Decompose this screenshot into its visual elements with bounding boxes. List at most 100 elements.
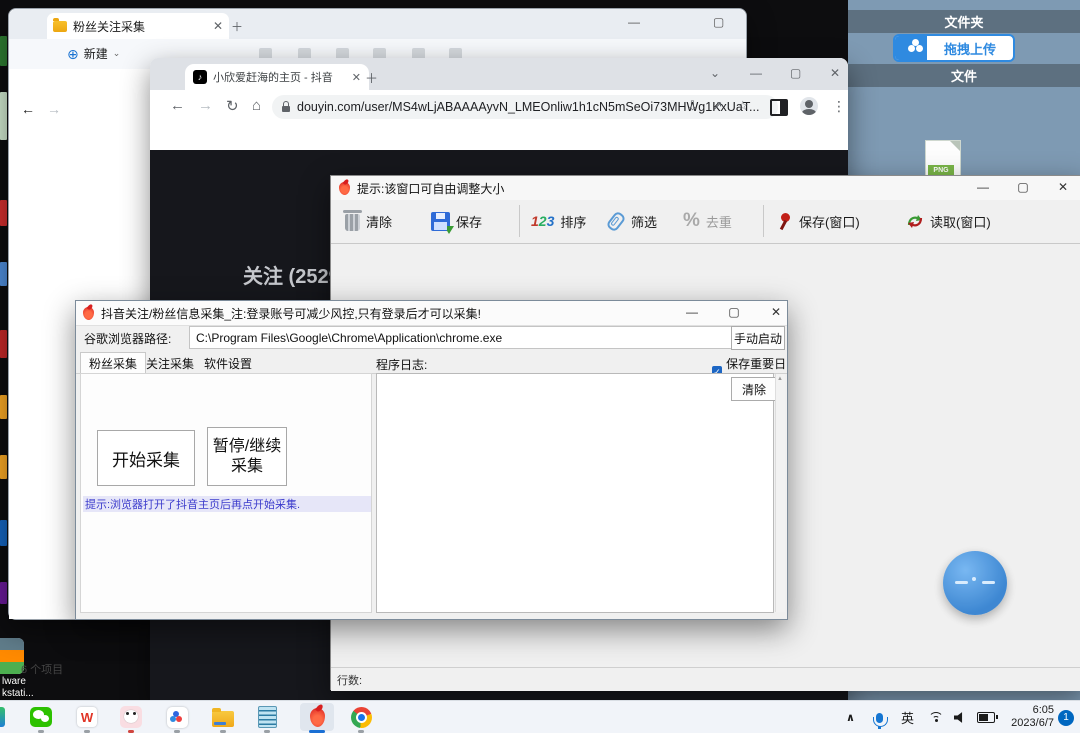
new-tab-icon[interactable]: ＋	[365, 68, 378, 87]
desktop-icon-sliver	[0, 395, 7, 419]
dialog-title-bar: 抖音关注/粉丝信息采集_注:登录账号可减少风控,只有登录后才可以采集! — ▢ …	[76, 301, 787, 326]
vmware-label: kstati...	[2, 688, 34, 700]
tab-follow-collect[interactable]: 关注采集	[138, 353, 202, 373]
screen: 文件夹 拖拽上传 文件 PNG lware kstati... 粉丝关注采集 ✕…	[0, 0, 1080, 733]
ime-indicator[interactable]: 英	[901, 701, 914, 733]
wps-icon[interactable]: W	[74, 705, 100, 729]
dialog-title: 抖音关注/粉丝信息采集_注:登录账号可减少风控,只有登录后才可以采集!	[101, 305, 481, 322]
panda-app-icon[interactable]	[118, 705, 144, 729]
clear-label: 清除	[366, 212, 392, 231]
file-explorer-icon[interactable]	[210, 705, 236, 729]
address-bar[interactable]: douyin.com/user/MS4wLjABAAAAyvN_LMEOnliw…	[272, 95, 778, 119]
close-tab-icon[interactable]: ✕	[213, 19, 223, 33]
manual-start-button[interactable]: 手动启动	[731, 326, 785, 350]
clear-button[interactable]: 清除	[345, 206, 392, 236]
taskbar-icon-partial[interactable]	[0, 707, 5, 727]
trash-icon	[345, 214, 360, 231]
chrome-path-input[interactable]: C:\Program Files\Google\Chrome\Applicati…	[189, 326, 733, 349]
maximize-icon[interactable]: ▢	[790, 66, 801, 80]
save-button[interactable]: 保存	[431, 206, 482, 236]
download-icon[interactable]: ⇩	[687, 98, 698, 114]
tab-fans-collect[interactable]: 粉丝采集	[80, 352, 146, 374]
divider	[763, 205, 764, 237]
back-icon[interactable]: ←	[21, 101, 35, 117]
upload-folder-header: 文件夹	[848, 10, 1080, 33]
maximize-icon[interactable]: ▢	[713, 15, 724, 29]
tool-window-title: 提示:该窗口可自由调整大小	[357, 180, 504, 197]
collector-app-flame-icon[interactable]	[304, 705, 330, 729]
collector-dialog: 抖音关注/粉丝信息采集_注:登录账号可减少风控,只有登录后才可以采集! — ▢ …	[75, 300, 788, 620]
forward-icon[interactable]: →	[198, 97, 213, 114]
battery-icon[interactable]	[977, 701, 995, 733]
start-collect-button[interactable]: 开始采集	[97, 430, 195, 486]
tray-chevron-icon[interactable]: ∧	[846, 701, 855, 733]
side-panel-icon[interactable]	[770, 99, 788, 116]
filter-label: 筛选	[631, 212, 657, 231]
desktop-icon-sliver	[0, 200, 7, 226]
read-window-button[interactable]: 读取(窗口)	[906, 206, 991, 236]
badge-count: 1	[1058, 710, 1074, 726]
pause-resume-button[interactable]: 暂停/继续 采集	[207, 427, 287, 486]
log-scrollbar[interactable]	[775, 374, 785, 612]
desktop-icon-sliver	[0, 330, 7, 358]
lock-icon	[282, 106, 290, 112]
close-icon[interactable]: ✕	[768, 305, 784, 319]
notepad-icon[interactable]	[254, 705, 280, 729]
desktop-icon-sliver	[0, 262, 7, 286]
desktop-icon-sliver	[0, 520, 7, 546]
explorer-item-count: 6 个项目	[21, 661, 63, 677]
wifi-icon[interactable]	[928, 701, 944, 733]
minimize-icon[interactable]: —	[628, 15, 640, 29]
drag-upload-button[interactable]: 拖拽上传	[893, 34, 1015, 62]
program-log-area[interactable]	[376, 373, 774, 613]
upload-file-label: 文件	[951, 66, 977, 85]
filter-button[interactable]: 筛选	[607, 206, 657, 236]
tab-software-settings[interactable]: 软件设置	[196, 353, 260, 373]
browser-toolbar: ← → ↻ ⌂ douyin.com/user/MS4wLjABAAAAyvN_…	[150, 90, 848, 124]
sort-button[interactable]: 123 排序	[531, 206, 586, 236]
new-tab-icon[interactable]: ＋	[231, 18, 243, 35]
pause-label-line1: 暂停/继续	[213, 437, 281, 457]
tool-status-bar: 行数:	[331, 667, 1080, 691]
netdisk-icon[interactable]	[164, 705, 190, 729]
share-icon[interactable]: ↗	[712, 98, 723, 114]
menu-kebab-icon[interactable]: ⋮	[832, 98, 846, 115]
microphone-icon[interactable]	[876, 701, 883, 733]
close-icon[interactable]: ✕	[830, 66, 840, 80]
chrome-icon[interactable]	[348, 705, 374, 729]
notification-badge[interactable]: 1	[1058, 701, 1074, 733]
new-button[interactable]: ⊕ 新建 ⌄	[67, 45, 120, 62]
bookmark-star-icon[interactable]: ☆	[737, 98, 749, 114]
minimize-icon[interactable]: —	[684, 305, 700, 319]
wechat-icon[interactable]	[28, 705, 54, 729]
reload-icon[interactable]: ↻	[226, 97, 239, 115]
back-icon[interactable]: ←	[170, 97, 185, 114]
tab-search-icon[interactable]: ⌄	[710, 66, 720, 80]
close-tab-icon[interactable]: ✕	[352, 71, 361, 84]
upload-folder-label: 文件夹	[944, 12, 983, 31]
vmware-label: lware	[2, 676, 26, 688]
save-window-button[interactable]: 保存(窗口)	[777, 206, 860, 236]
desktop-icon-sliver	[0, 92, 7, 140]
explorer-tab[interactable]: 粉丝关注采集 ✕	[47, 13, 229, 39]
home-icon[interactable]: ⌂	[252, 97, 261, 114]
floating-assist-ball[interactable]	[943, 551, 1007, 615]
tool-title-bar: 提示:该窗口可自由调整大小 — ▢ ✕	[331, 176, 1080, 201]
maximize-icon[interactable]: ▢	[1015, 180, 1031, 194]
minimize-icon[interactable]: —	[750, 66, 762, 80]
clock[interactable]: 6:05 2023/6/7	[1002, 701, 1054, 733]
netdisk-logo-icon	[895, 36, 927, 60]
chevron-down-icon: ⌄	[113, 48, 121, 59]
chrome-path-label: 谷歌浏览器路径:	[84, 330, 171, 347]
clear-log-button[interactable]: 清除	[731, 377, 777, 401]
speaker-icon[interactable]	[954, 701, 967, 733]
profile-avatar[interactable]	[800, 97, 818, 115]
plus-circle-icon: ⊕	[67, 47, 79, 61]
dedup-button[interactable]: % 去重	[683, 206, 732, 236]
minimize-icon[interactable]: —	[975, 180, 991, 194]
browser-tab[interactable]: ♪ 小欣爱赶海的主页 - 抖音 ✕	[185, 64, 369, 90]
save-window-label: 保存(窗口)	[799, 212, 860, 231]
maximize-icon[interactable]: ▢	[726, 305, 742, 319]
forward-icon[interactable]: →	[47, 101, 61, 117]
close-icon[interactable]: ✕	[1055, 180, 1071, 194]
